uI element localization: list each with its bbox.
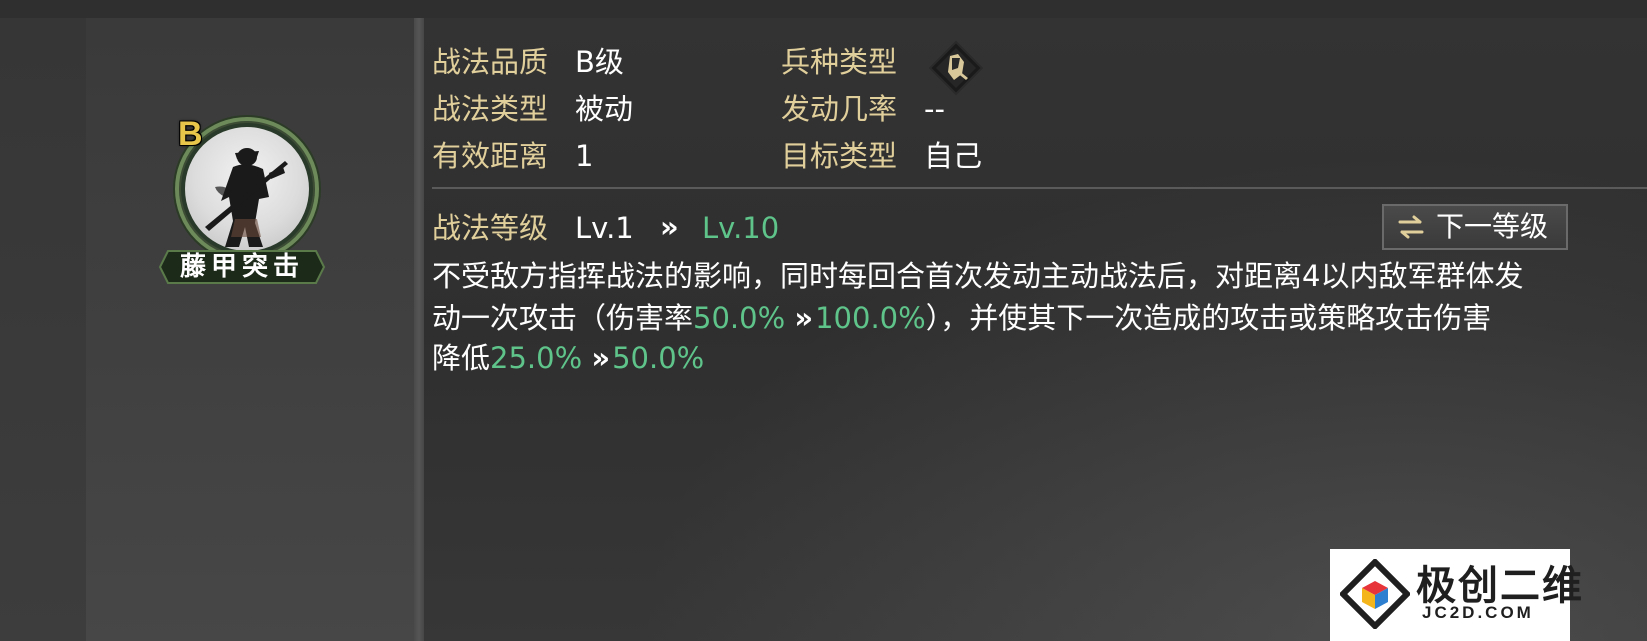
skill-level-row: 战法等级 Lv.1 » Lv.10 [432, 209, 832, 249]
description-text: 降低 [432, 341, 491, 375]
description-text: 动一次攻击（伤害率 [432, 301, 694, 335]
skill-grade-badge: B [178, 115, 203, 153]
level-max: Lv.10 [702, 211, 780, 245]
quality-value: B级 [575, 45, 624, 79]
upgrade-arrow-icon: » [794, 301, 813, 335]
watermark: 极创二维 JC2D.COM [1330, 549, 1582, 641]
troop-label: 兵种类型 [781, 45, 898, 79]
skill-detail-screen: B 藤甲突击 战法品质 B级 战法类型 被动 有效距离 1 兵种类型 发动几率 … [0, 0, 1647, 641]
skill-description-line-2: 动一次攻击（伤害率50.0% » 100.0%），并使其下一次造成的攻击或策略攻击… [432, 298, 1491, 338]
level-current: Lv.1 [575, 211, 634, 245]
level-label: 战法等级 [432, 211, 549, 245]
range-label: 有效距离 [432, 139, 549, 173]
swap-arrows-icon [1398, 215, 1424, 239]
info-row-target: 目标类型 自己 [781, 139, 1001, 173]
damage-reduction-max-value: 50.0% [612, 341, 705, 375]
damage-reduction-value: 25.0% [490, 341, 583, 375]
damage-rate-value: 50.0% [693, 301, 786, 335]
cube-logo-icon [1340, 559, 1410, 629]
chance-value: -- [924, 92, 945, 126]
panel-divider [414, 18, 424, 641]
infantry-troop-icon[interactable] [928, 40, 984, 96]
left-gutter [0, 18, 86, 641]
section-divider [432, 187, 1647, 189]
description-text: 不受敌方指挥战法的影响，同时每回合首次发动主动战法后，对距离4以内敌军群体发 [432, 259, 1524, 293]
skill-description-line-3: 降低25.0% » 50.0% [432, 338, 704, 378]
info-row-type: 战法类型 被动 [432, 92, 692, 126]
description-text: ），并使其下一次造成的攻击或策略攻击伤害 [925, 301, 1492, 335]
warrior-silhouette-icon [205, 148, 288, 247]
skill-description-line-1: 不受敌方指挥战法的影响，同时每回合首次发动主动战法后，对距离4以内敌军群体发 [432, 256, 1523, 296]
target-value: 自己 [924, 139, 983, 173]
info-row-range: 有效距离 1 [432, 139, 692, 173]
skill-name-plate: 藤甲突击 [158, 249, 326, 285]
top-strip [0, 0, 1647, 18]
type-value: 被动 [575, 92, 634, 126]
info-row-troop: 兵种类型 [781, 45, 921, 79]
level-arrow-icon: » [660, 210, 679, 244]
skill-card[interactable]: B 藤甲突击 [158, 115, 338, 300]
skill-card-panel [86, 18, 415, 641]
skill-name: 藤甲突击 [179, 252, 304, 282]
next-level-label: 下一等级 [1436, 210, 1549, 243]
quality-label: 战法品质 [432, 45, 549, 79]
upgrade-arrow-icon: » [591, 341, 610, 375]
watermark-domain: JC2D.COM [1422, 603, 1534, 622]
range-value: 1 [575, 139, 594, 173]
damage-rate-max-value: 100.0% [815, 301, 926, 335]
chance-label: 发动几率 [781, 92, 898, 126]
skill-portrait [185, 127, 309, 251]
info-row-quality: 战法品质 B级 [432, 45, 692, 79]
info-row-chance: 发动几率 -- [781, 92, 1001, 126]
type-label: 战法类型 [432, 92, 549, 126]
next-level-button[interactable]: 下一等级 [1382, 204, 1568, 250]
target-label: 目标类型 [781, 139, 898, 173]
